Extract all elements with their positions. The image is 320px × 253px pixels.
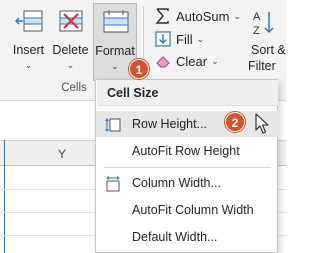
chevron-down-icon[interactable]: ⌄: [233, 11, 241, 22]
menu-item-label: AutoFit Row Height: [132, 144, 240, 158]
delete-label: Delete: [52, 43, 89, 57]
column-width-icon: [105, 175, 121, 192]
chevron-down-icon: ⌄: [211, 55, 219, 66]
menu-section-header: Cell Size: [97, 80, 278, 106]
menu-item-autofit-row-height[interactable]: AutoFit Row Height: [96, 138, 279, 164]
format-cells-icon: [101, 9, 131, 36]
svg-text:Z: Z: [253, 25, 260, 37]
insert-cells-icon: [14, 8, 44, 35]
delete-button[interactable]: Delete ⌄: [51, 3, 90, 81]
autosum-label: AutoSum: [176, 8, 230, 24]
sort-filter-button[interactable]: A Z Sort & Filter: [245, 3, 286, 81]
menu-item-column-width[interactable]: Column Width...: [96, 170, 279, 196]
menu-item-label: Row Height...: [132, 117, 208, 131]
chevron-down-icon: ⌄: [196, 33, 205, 44]
menu-item-row-height[interactable]: Row Height...: [96, 111, 279, 137]
format-dropdown-menu: Cell Size Row Height... AutoFit Row Heig…: [95, 79, 279, 253]
eraser-icon: [154, 52, 172, 70]
menu-item-default-width[interactable]: Default Width...: [96, 224, 279, 250]
format-label: Format: [95, 44, 135, 58]
insert-label: Insert: [12, 43, 45, 57]
insert-button[interactable]: Insert ⌄: [9, 3, 48, 81]
filter-label: Filter: [248, 59, 276, 73]
clear-button[interactable]: Clear ⌄: [154, 51, 219, 71]
menu-item-autofit-column-width[interactable]: AutoFit Column Width: [96, 197, 279, 223]
chevron-down-icon: ⌄: [24, 60, 33, 70]
step-badge-2: 2: [225, 112, 245, 132]
menu-item-label: Column Width...: [132, 176, 221, 190]
fill-button[interactable]: Fill ⌄: [154, 29, 204, 49]
group-label-cells: Cells: [61, 82, 87, 94]
clear-label: Clear: [176, 53, 208, 69]
row-height-icon: [105, 116, 121, 132]
sort-az-icon: A Z: [251, 8, 281, 38]
menu-separator: [104, 167, 271, 168]
svg-text:A: A: [253, 11, 261, 23]
mouse-cursor-icon: [255, 113, 270, 135]
step-badge-1: 1: [129, 59, 149, 79]
sort-label: Sort &: [251, 43, 286, 57]
sigma-icon: [154, 7, 172, 25]
menu-item-label: Default Width...: [132, 230, 218, 244]
fill-label: Fill: [176, 31, 193, 47]
selected-column-edge: [4, 140, 5, 253]
menu-item-label: AutoFit Column Width: [132, 203, 254, 217]
chevron-down-icon: ⌄: [66, 60, 75, 70]
fill-down-icon: [154, 30, 172, 48]
autosum-button[interactable]: AutoSum ⌄: [154, 6, 241, 26]
delete-cells-icon: [56, 8, 86, 35]
column-header-y[interactable]: Y: [58, 147, 66, 161]
